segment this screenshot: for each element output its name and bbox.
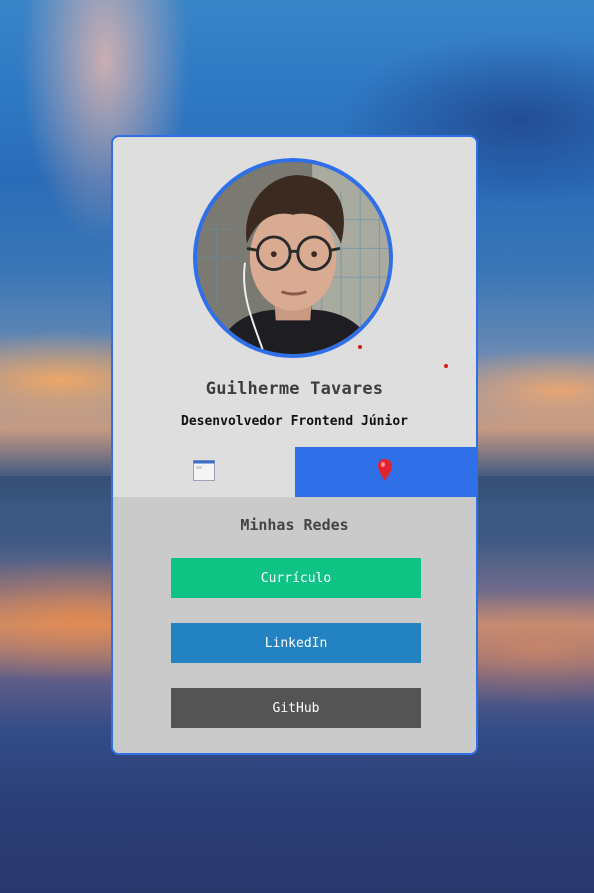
profile-name: Guilherme Tavares [205, 379, 384, 399]
section-title: Minhas Redes [240, 516, 349, 534]
profile-card: Guilherme Tavares Desenvolvedor Frontend… [111, 135, 478, 755]
map-pin-icon [377, 458, 393, 486]
profile-role: Desenvolvedor Frontend Júnior [181, 414, 408, 429]
curriculo-button[interactable]: Currículo [171, 558, 421, 598]
decorative-dot [444, 364, 448, 368]
linkedin-button[interactable]: LinkedIn [171, 623, 421, 663]
tab-bar [113, 447, 476, 497]
tab-location[interactable] [294, 447, 476, 497]
avatar [193, 158, 393, 358]
social-section: Minhas Redes Currículo LinkedIn GitHub [113, 497, 476, 753]
browser-window-icon [192, 458, 216, 486]
github-button[interactable]: GitHub [171, 688, 421, 728]
decorative-dot [358, 345, 362, 349]
avatar-photo [197, 162, 389, 354]
tab-info[interactable] [113, 447, 295, 497]
